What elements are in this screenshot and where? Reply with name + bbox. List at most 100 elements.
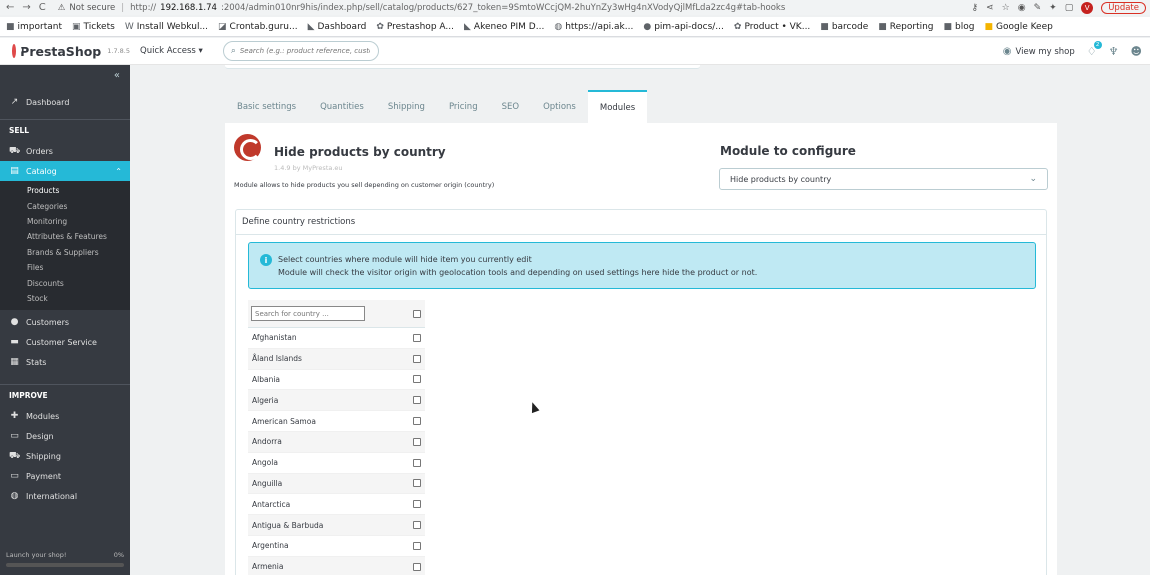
quick-access-dropdown[interactable]: Quick Access ▾: [140, 46, 203, 56]
table-row: Angola: [248, 452, 425, 474]
select-all-checkbox[interactable]: [413, 309, 421, 318]
tab-options[interactable]: Options: [531, 90, 588, 123]
folder-icon: ■: [878, 21, 887, 32]
bookmark-item[interactable]: ✿ Prestashop A...: [376, 22, 454, 32]
sidebar-sub-categories[interactable]: Categories: [0, 198, 130, 213]
search-icon[interactable]: ⌕: [231, 46, 236, 56]
bookmark-item[interactable]: ◪ Crontab.guru...: [218, 22, 298, 32]
browser-actions: ⚷ ⋖ ☆ ◉ ✎ ✦ ▢ V Update: [972, 0, 1150, 15]
country-checkbox[interactable]: [413, 521, 421, 530]
forward-icon[interactable]: →: [22, 2, 30, 13]
country-checkbox[interactable]: [413, 458, 421, 467]
country-restrictions-card: Define country restrictions i Select cou…: [235, 209, 1047, 575]
sidebar-item-catalog[interactable]: ▤ Catalog ⌃: [0, 161, 130, 181]
country-name: Armenia: [252, 562, 284, 572]
bookmark-icon: ■: [984, 21, 993, 32]
table-row: Andorra: [248, 431, 425, 453]
main-content: Basic settings Quantities Shipping Prici…: [130, 65, 1150, 575]
globe-icon: ◍: [10, 491, 19, 502]
url-host: 192.168.1.74: [160, 2, 217, 13]
bookmark-item[interactable]: ■ important: [6, 22, 62, 32]
module-title: Hide products by country: [274, 145, 446, 159]
launch-shop-progress[interactable]: Launch your shop! 0%: [0, 551, 130, 567]
module-select[interactable]: Hide products by country ⌄: [719, 168, 1048, 190]
country-checkbox[interactable]: [413, 562, 421, 571]
address-field[interactable]: ⚠ Not secure | http://192.168.1.74:2004/…: [58, 3, 786, 13]
country-checkbox[interactable]: [413, 479, 421, 488]
star-icon[interactable]: ☆: [1002, 3, 1010, 13]
configure-title: Module to configure: [720, 144, 856, 158]
bookmark-item[interactable]: ■ Google Keep: [984, 22, 1052, 32]
info-alert: i Select countries where module will hid…: [248, 242, 1036, 289]
sidebar-sub-discounts[interactable]: Discounts: [0, 275, 130, 290]
sidebar-item-customers[interactable]: ● Customers: [0, 312, 130, 332]
sidebar-sub-brands[interactable]: Brands & Suppliers: [0, 245, 130, 260]
sidebar-item-orders[interactable]: ⛟ Orders: [0, 141, 130, 161]
country-checkbox[interactable]: [413, 333, 421, 342]
alert-line-2: Module will check the visitor origin wit…: [278, 268, 758, 277]
bell-icon[interactable]: ♢ 2: [1087, 41, 1102, 58]
bookmark-item[interactable]: ◣ Akeneo PIM D...: [464, 22, 544, 32]
sidebar-item-international[interactable]: ◍ International: [0, 486, 130, 506]
country-checkbox[interactable]: [413, 500, 421, 509]
sidebar-item-design[interactable]: ▭ Design: [0, 426, 130, 446]
country-checkbox[interactable]: [413, 417, 421, 426]
key-icon[interactable]: ⚷: [972, 3, 979, 13]
sidebar-sub-stock[interactable]: Stock: [0, 291, 130, 306]
collapse-sidebar-button[interactable]: «: [0, 65, 130, 85]
sidebar-item-payment[interactable]: ▭ Payment: [0, 466, 130, 486]
info-icon: i: [260, 254, 272, 266]
tab-basic-settings[interactable]: Basic settings: [225, 90, 308, 123]
bookmark-item[interactable]: ■ barcode: [820, 22, 868, 32]
view-shop-link[interactable]: ◉ View my shop: [1003, 46, 1075, 57]
tab-seo[interactable]: SEO: [490, 90, 531, 123]
share-icon[interactable]: ⋖: [986, 3, 994, 13]
puzzle-icon: ✚: [10, 411, 19, 422]
sidebar-item-shipping[interactable]: ⛟ Shipping: [0, 446, 130, 466]
cart-icon: ⛟: [9, 145, 21, 156]
reload-icon[interactable]: C: [39, 2, 46, 13]
trending-icon: ↗: [10, 97, 19, 107]
sidebar-sub-files[interactable]: Files: [0, 260, 130, 275]
country-checkbox[interactable]: [413, 354, 421, 363]
prestashop-logo[interactable]: PrestaShop 1.7.8.5: [0, 44, 130, 59]
orders-notif-icon[interactable]: ♆: [1109, 45, 1119, 58]
update-button[interactable]: Update: [1101, 1, 1146, 14]
sidebar-sub-attributes[interactable]: Attributes & Features: [0, 229, 130, 244]
tab-pricing[interactable]: Pricing: [437, 90, 490, 123]
back-icon[interactable]: ←: [6, 2, 14, 13]
bookmark-item[interactable]: ● pim-api-docs/...: [643, 22, 724, 32]
tab-modules[interactable]: Modules: [587, 90, 648, 123]
tab-quantities[interactable]: Quantities: [308, 90, 376, 123]
sidebar-sub-products[interactable]: Products: [0, 183, 130, 198]
country-search-input[interactable]: [251, 306, 365, 321]
search-input[interactable]: [239, 47, 370, 55]
sidebar-item-modules[interactable]: ✚ Modules: [0, 406, 130, 426]
puffin-icon: [12, 44, 23, 58]
country-checkbox[interactable]: [413, 396, 421, 405]
extension-icon[interactable]: ◉: [1018, 3, 1026, 13]
window-icon[interactable]: ▢: [1065, 3, 1074, 13]
bookmark-item[interactable]: ■ Reporting: [878, 22, 933, 32]
sidebar-item-dashboard[interactable]: ↗ Dashboard: [0, 85, 130, 119]
bookmark-item[interactable]: ■ blog: [944, 22, 975, 32]
tab-shipping[interactable]: Shipping: [376, 90, 437, 123]
bookmark-item[interactable]: ▣ Tickets: [72, 22, 115, 32]
profile-avatar[interactable]: V: [1081, 1, 1094, 14]
bookmark-item[interactable]: ◣ Dashboard: [308, 22, 367, 32]
country-checkbox[interactable]: [413, 437, 421, 446]
puzzle-icon[interactable]: ✦: [1049, 3, 1057, 13]
sidebar-item-stats[interactable]: ▦ Stats: [0, 352, 130, 372]
bookmark-item[interactable]: ◍ https://api.ak...: [554, 22, 633, 32]
bookmarks-bar: ■ important ▣ Tickets W Install Webkul... ◪…: [0, 17, 1150, 37]
country-checkbox[interactable]: [413, 541, 421, 550]
folder-icon: ■: [6, 21, 15, 32]
sidebar-sub-monitoring[interactable]: Monitoring: [0, 214, 130, 229]
bookmark-item[interactable]: ✿ Product • VK...: [734, 22, 810, 32]
bookmark-item[interactable]: W Install Webkul...: [125, 22, 208, 32]
pen-icon[interactable]: ✎: [1034, 3, 1042, 13]
sidebar-item-customer-service[interactable]: ▬ Customer Service: [0, 332, 130, 352]
module-select-value: Hide products by country: [730, 174, 832, 184]
employee-avatar-icon[interactable]: ☻: [1131, 45, 1142, 58]
country-checkbox[interactable]: [413, 375, 421, 384]
